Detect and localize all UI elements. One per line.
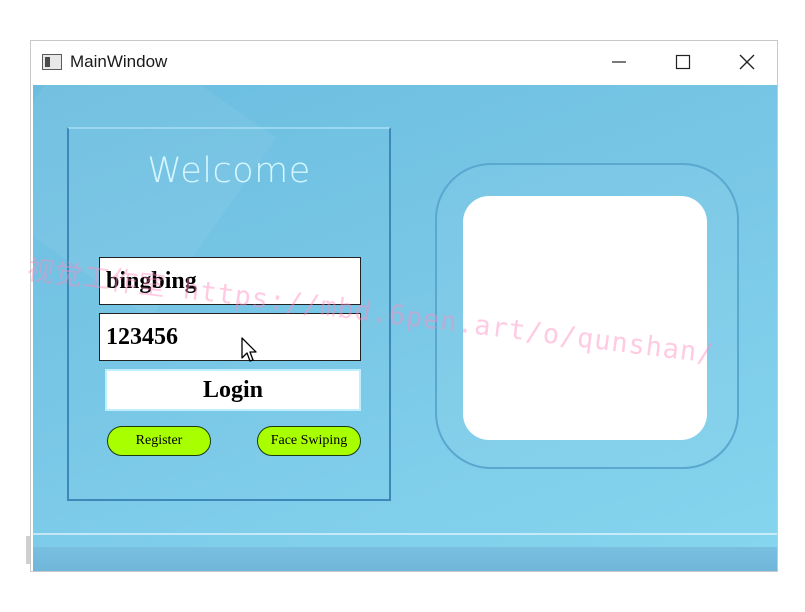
username-field[interactable] <box>99 257 361 305</box>
login-button[interactable]: Login <box>105 369 361 411</box>
face-swiping-button-label: Face Swiping <box>270 433 348 448</box>
close-button[interactable] <box>717 41 777 85</box>
close-icon <box>739 51 755 75</box>
bottom-band <box>33 547 777 571</box>
mouse-cursor-icon <box>240 336 258 366</box>
login-button-label: Login <box>202 376 264 403</box>
app-window-icon <box>42 54 62 70</box>
minimize-icon <box>611 51 627 75</box>
maximize-button[interactable] <box>653 41 713 85</box>
login-panel: Welcome Login Register Face Swiping <box>67 127 391 501</box>
maximize-icon <box>675 51 691 75</box>
window-title: MainWindow <box>70 52 168 71</box>
minimize-button[interactable] <box>589 41 649 85</box>
welcome-heading: Welcome <box>147 151 311 191</box>
register-button[interactable]: Register <box>107 426 211 456</box>
title-bar[interactable]: MainWindow <box>31 41 777 85</box>
face-preview-area <box>463 196 707 440</box>
register-button-label: Register <box>135 433 183 448</box>
password-field[interactable] <box>99 313 361 361</box>
bottom-divider <box>33 533 777 535</box>
main-window: MainWindow Welcome Login R <box>30 40 778 572</box>
client-area: Welcome Login Register Face Swiping <box>33 85 777 571</box>
face-swiping-button[interactable]: Face Swiping <box>257 426 361 456</box>
